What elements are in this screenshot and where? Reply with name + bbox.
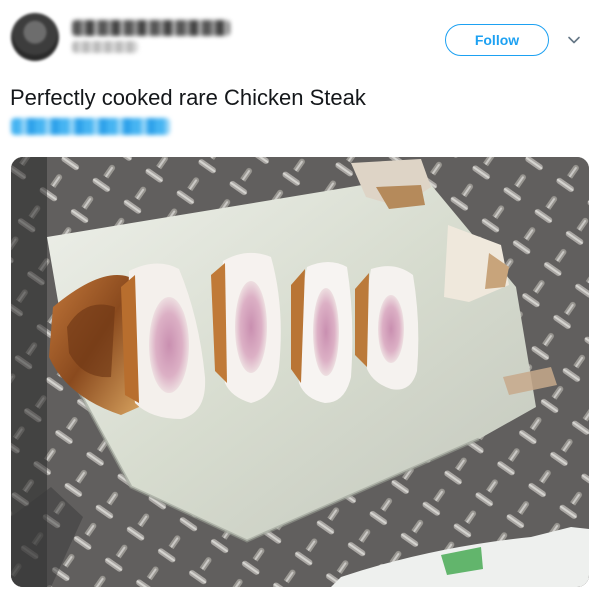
chevron-down-icon[interactable] <box>567 33 581 47</box>
avatar[interactable] <box>11 13 59 61</box>
username-redacted[interactable] <box>72 41 138 53</box>
chicken-steak-photo <box>11 157 589 587</box>
tweet-text: Perfectly cooked rare Chicken Steak <box>10 85 366 110</box>
tweet-photo[interactable] <box>11 157 589 587</box>
tweet-header: Follow <box>0 0 600 80</box>
follow-button[interactable]: Follow <box>445 24 549 56</box>
display-name-redacted[interactable] <box>72 20 230 36</box>
hashtag-redacted[interactable] <box>11 118 170 135</box>
